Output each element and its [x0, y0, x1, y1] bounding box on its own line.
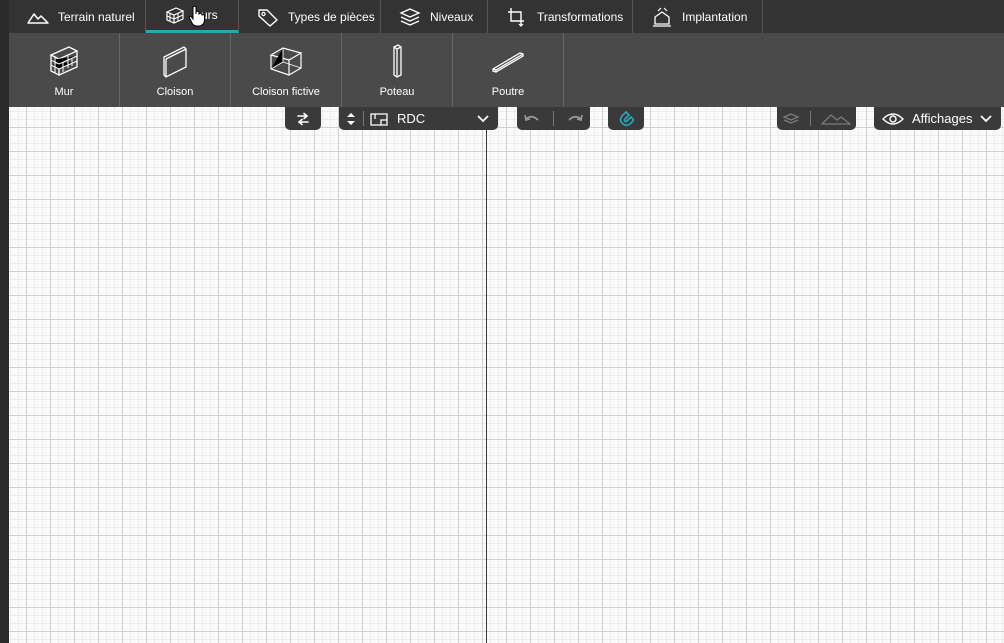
magnet-snap-button[interactable]: [608, 107, 644, 130]
swap-view-button[interactable]: [285, 107, 321, 130]
swap-arrows-icon: [297, 112, 309, 125]
layers-view-icon[interactable]: [782, 112, 800, 126]
display-options-dropdown[interactable]: Affichages: [874, 107, 1001, 130]
magnet-icon: [619, 110, 634, 126]
tool-label: Poutre: [491, 86, 525, 98]
tab-label: Implantation: [682, 9, 748, 24]
tool-label: Cloison: [156, 86, 194, 98]
redo-icon[interactable]: [567, 113, 584, 125]
wall-icon: [165, 7, 185, 24]
floor-plan-icon: [370, 112, 388, 126]
wireframe-box-icon: [269, 47, 303, 76]
implantation-icon: [653, 7, 671, 27]
tag-icon: [258, 8, 278, 27]
tab-implantation[interactable]: Implantation: [633, 0, 763, 33]
layers-icon: [399, 7, 421, 26]
eye-icon: [882, 112, 904, 125]
drawing-canvas[interactable]: [9, 107, 1004, 643]
tab-types-de-pieces[interactable]: Types de pièces: [239, 0, 381, 33]
level-value: RDC: [397, 111, 426, 126]
tool-mur-button[interactable]: Mur: [9, 33, 120, 107]
column-icon: [393, 44, 402, 78]
tool-label: Cloison fictive: [252, 86, 320, 98]
tab-label: Transformations: [537, 9, 624, 24]
view-mode-group: [777, 107, 856, 130]
tab-label: Terrain naturel: [58, 9, 135, 24]
left-edge-strip: [0, 0, 9, 643]
beam-icon: [492, 52, 524, 73]
mountain-icon: [27, 12, 49, 24]
brick-wall-icon: [49, 46, 79, 77]
terrain-view-icon[interactable]: [821, 112, 851, 126]
chevron-down-icon: [980, 114, 992, 122]
vertical-axis-line: [486, 107, 487, 643]
tool-ribbon: Mur Cloison Cloison fictive Poteau Poutr…: [9, 33, 1004, 107]
stepper-arrows-icon[interactable]: [342, 110, 360, 128]
display-options-label: Affichages: [912, 111, 973, 126]
undo-icon[interactable]: [523, 113, 540, 125]
separator: [810, 111, 811, 126]
separator: [363, 111, 364, 126]
tool-label: Mur: [54, 86, 74, 98]
tool-poteau-button[interactable]: Poteau: [342, 33, 453, 107]
partition-icon: [163, 46, 187, 78]
tab-niveaux[interactable]: Niveaux: [381, 0, 488, 33]
level-selector[interactable]: RDC: [339, 107, 498, 130]
hand-cursor-icon: [188, 5, 205, 27]
tab-transformations[interactable]: Transformations: [488, 0, 633, 33]
chevron-down-icon: [477, 114, 489, 122]
top-tab-bar: Terrain naturel urs Types de pièces Nive…: [9, 0, 1004, 33]
tool-label: Poteau: [379, 86, 415, 98]
tool-poutre-button[interactable]: Poutre: [453, 33, 564, 107]
crop-icon: [508, 7, 524, 27]
undo-redo-group: [517, 107, 590, 130]
tab-label: Types de pièces: [288, 9, 375, 24]
tool-cloison-button[interactable]: Cloison: [120, 33, 231, 107]
tab-terrain-naturel[interactable]: Terrain naturel: [9, 0, 146, 33]
tab-label: Niveaux: [430, 9, 474, 24]
separator: [552, 111, 554, 126]
tool-cloison-fictive-button[interactable]: Cloison fictive: [231, 33, 342, 107]
